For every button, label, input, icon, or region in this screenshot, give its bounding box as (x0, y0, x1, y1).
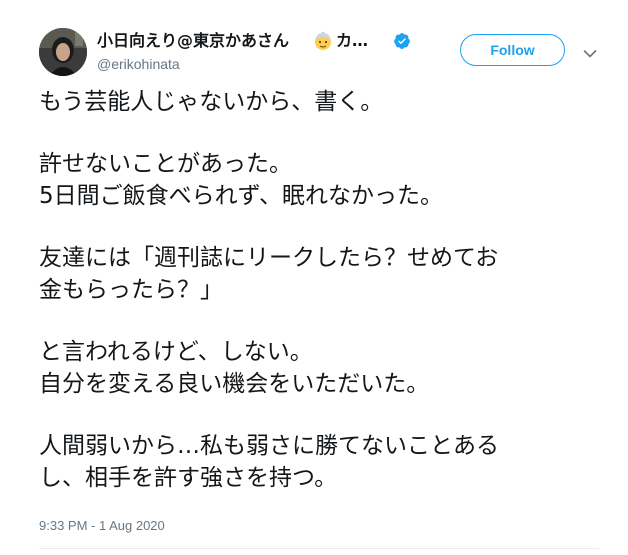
chevron-down-icon[interactable] (583, 44, 597, 58)
older-woman-emoji-icon (313, 31, 333, 51)
tweet-text: もう芸能人じゃないから、書く。 許せないことがあった。 5日間ご飯食べられず、眠… (39, 86, 599, 494)
tweet-timestamp[interactable]: 9:33 PM - 1 Aug 2020 (39, 518, 165, 534)
tweet-text-line: 許せないことがあった。 (39, 151, 292, 177)
tweet-text-line: 自分を変える良い機会をいただいた。 (39, 371, 430, 397)
tweet-card: 小日向えり@東京かあさん カ… @erikohinata Follow もう芸能… (0, 0, 628, 555)
tweet-text-line: もう芸能人じゃないから、書く。 (39, 89, 384, 115)
tweet-text-line: と言われるけど、しない。 (39, 339, 313, 365)
follow-button[interactable]: Follow (460, 34, 565, 66)
tweet-text-line: 人間弱いから…私も弱さに勝てないことある (39, 433, 499, 459)
tweet-text-line: し、相手を許す強さを持つ。 (39, 465, 338, 491)
avatar-image (39, 28, 87, 76)
tweet-text-line: 金もらったら？」 (39, 277, 223, 303)
tweet-text-line: 5日間ご飯食べられず、眠れなかった。 (39, 183, 444, 209)
display-name-tail[interactable]: カ… (336, 30, 368, 52)
divider (39, 548, 599, 549)
tweet-text-line: 友達には「週刊誌にリークしたら？せめてお (39, 245, 499, 271)
verified-badge-icon (393, 32, 411, 50)
user-handle[interactable]: @erikohinata (97, 55, 180, 73)
display-name[interactable]: 小日向えり@東京かあさん (97, 30, 289, 52)
avatar[interactable] (39, 28, 87, 76)
